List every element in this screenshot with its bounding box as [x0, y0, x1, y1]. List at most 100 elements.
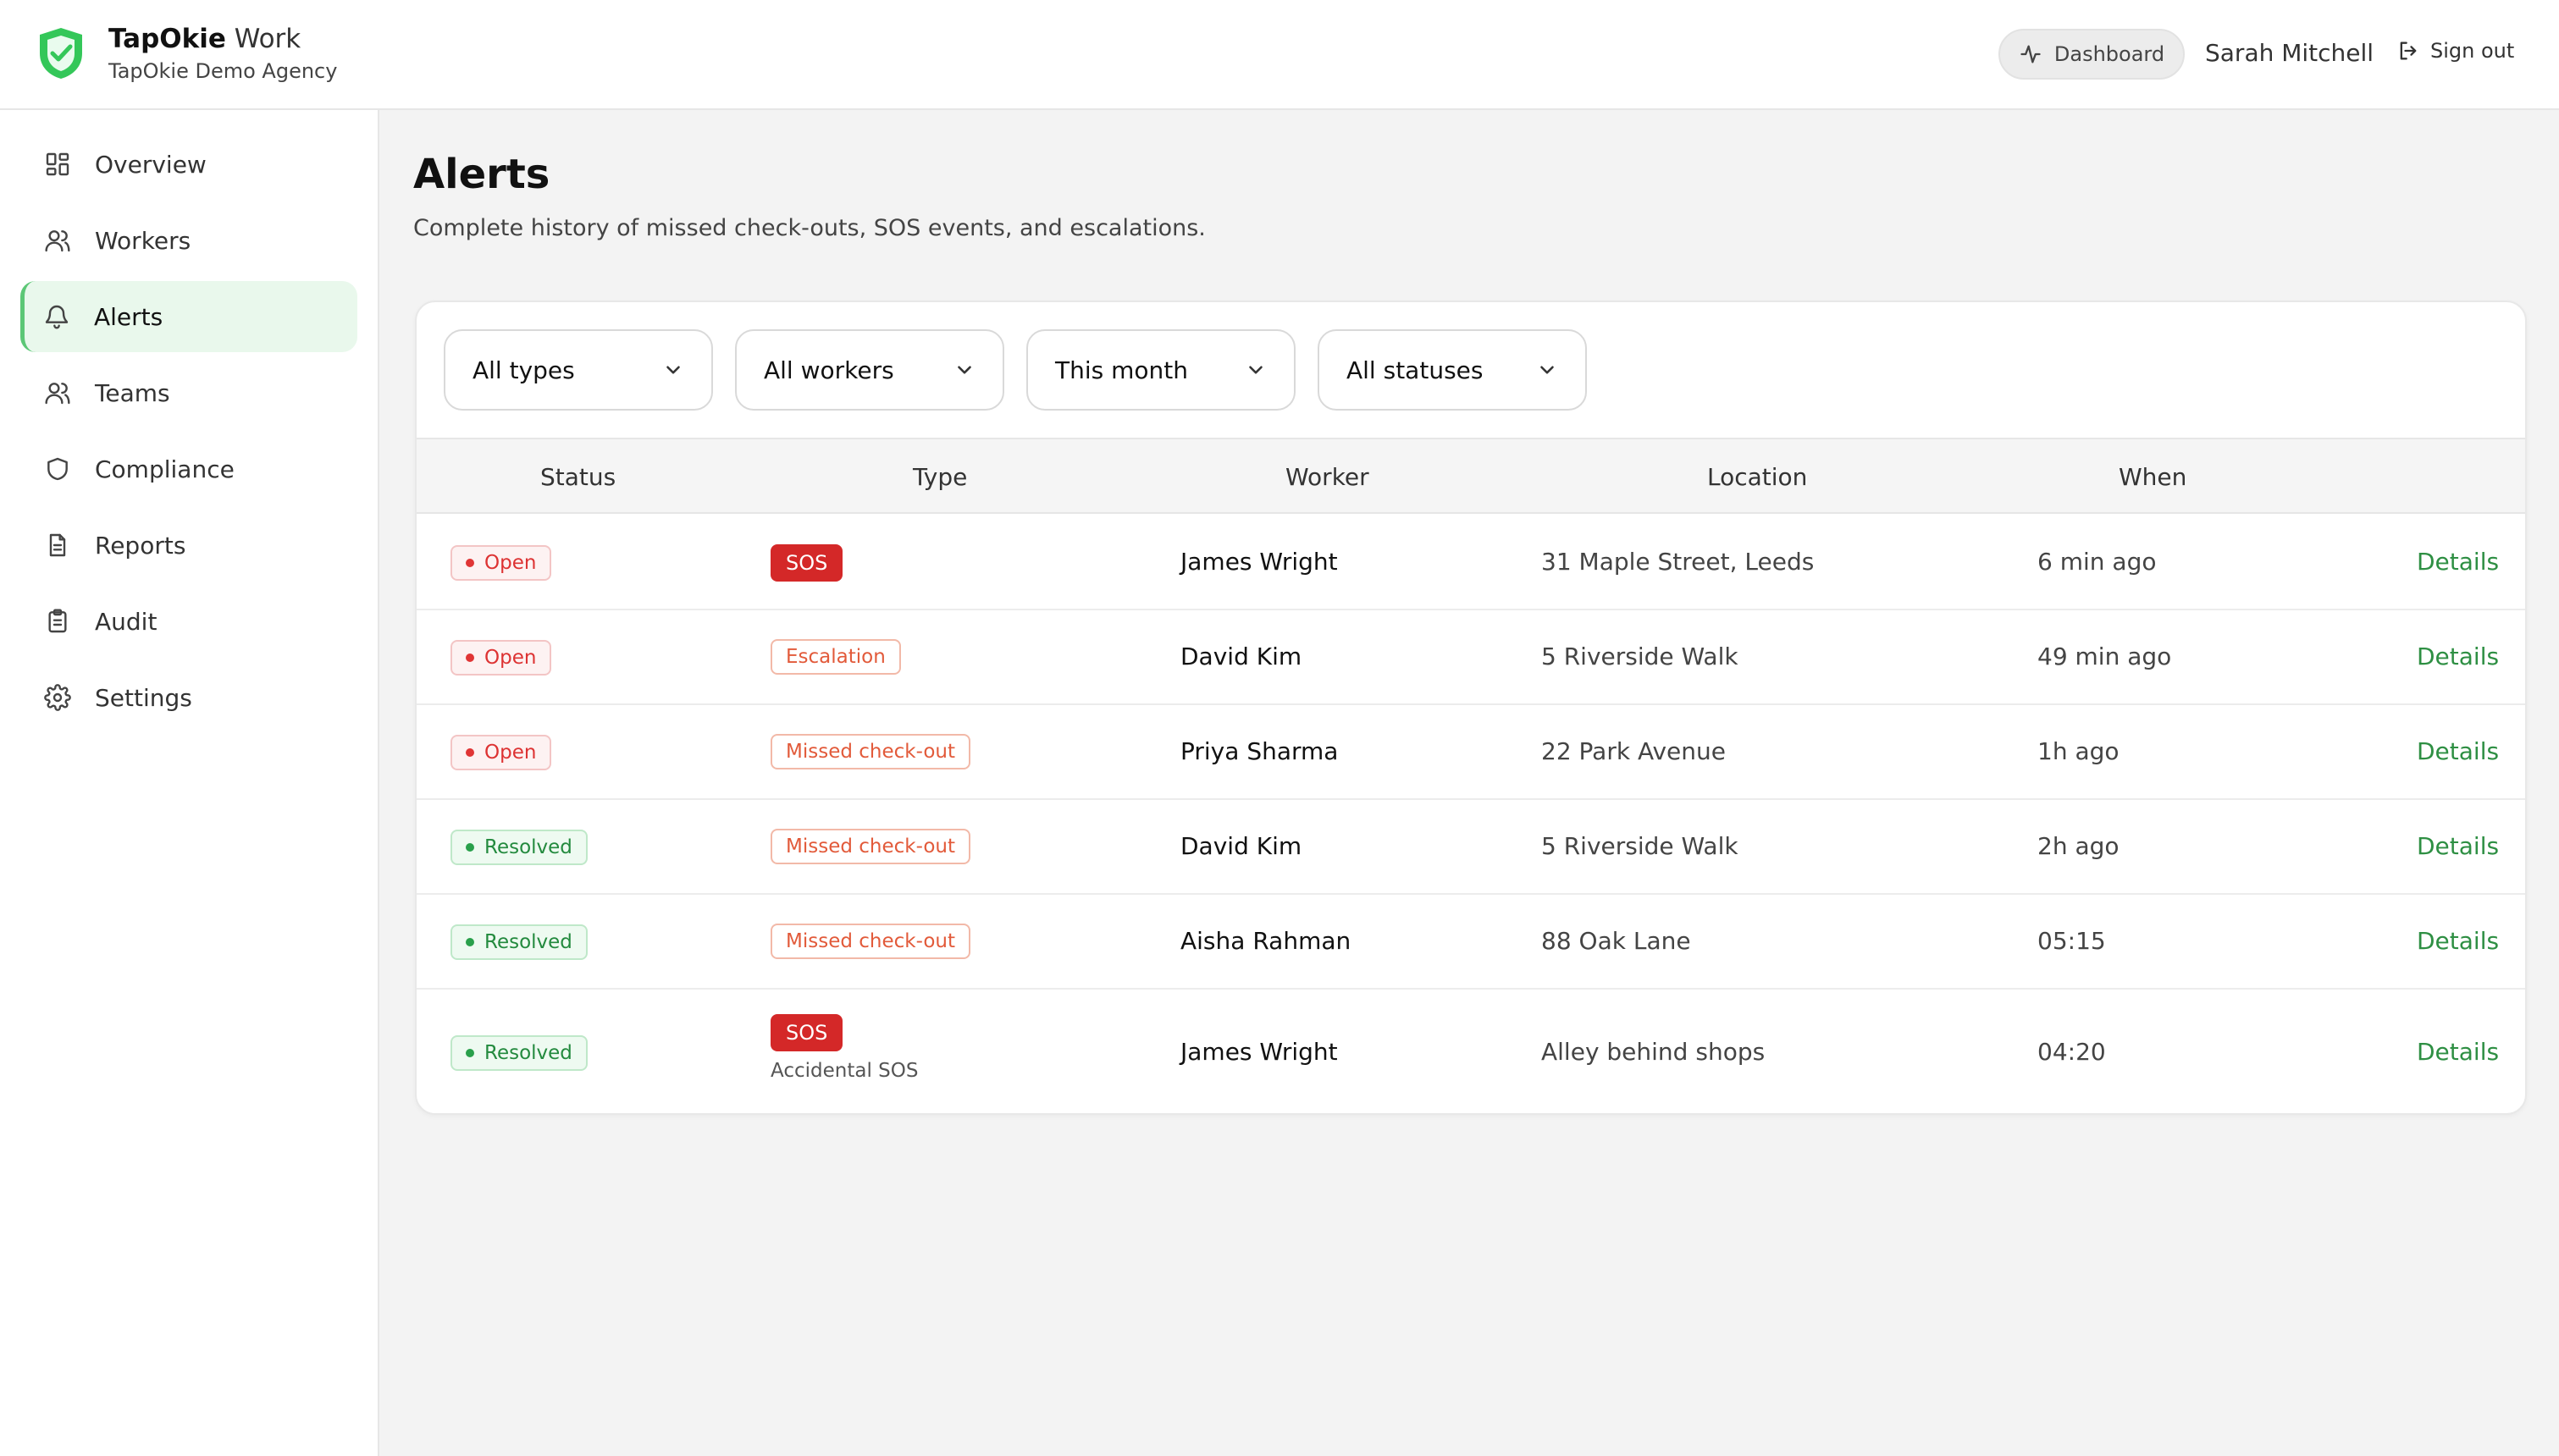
sidebar-item-label: Compliance — [95, 455, 235, 483]
status-badge: Open — [450, 735, 552, 770]
when-text: 6 min ago — [2037, 548, 2157, 576]
location-text: 22 Park Avenue — [1541, 737, 1726, 765]
sidebar-item-teams[interactable]: Teams — [20, 357, 357, 428]
page-title: Alerts — [413, 151, 550, 198]
type-badge: Escalation — [771, 639, 901, 675]
period-filter-select[interactable]: This month — [1026, 329, 1296, 411]
clipboard-icon — [48, 609, 67, 633]
status-label: Resolved — [484, 931, 572, 953]
column-header-status[interactable]: Status — [540, 463, 616, 491]
alerts-card: All types All workers This month All sta… — [415, 301, 2527, 1115]
sidebar-item-label: Overview — [95, 150, 207, 179]
filter-bar: All types All workers This month All sta… — [444, 329, 1587, 411]
status-cell: Open — [450, 735, 552, 770]
sidebar-item-label: Reports — [95, 531, 186, 560]
table-row[interactable]: Resolved Missed check-out Aisha Rahman 88 O… — [417, 895, 2525, 990]
status-filter-value: All statuses — [1346, 356, 1484, 384]
details-link[interactable]: Details — [2417, 1038, 2499, 1066]
user-name[interactable]: Sarah Mitchell — [2205, 39, 2374, 67]
location-text: 31 Maple Street, Leeds — [1541, 548, 1815, 576]
status-badge: Open — [450, 545, 552, 581]
shield-icon — [47, 457, 68, 481]
location-text: Alley behind shops — [1541, 1038, 1766, 1066]
shield-check-logo-icon[interactable] — [36, 25, 86, 81]
sidebar-item-settings[interactable]: Settings — [20, 662, 357, 733]
status-dot-icon — [466, 843, 474, 852]
status-filter-select[interactable]: All statuses — [1318, 329, 1587, 411]
status-badge: Resolved — [450, 924, 588, 960]
column-header-when[interactable]: When — [2119, 463, 2186, 491]
sidebar-item-label: Alerts — [94, 302, 163, 331]
status-label: Resolved — [484, 1042, 572, 1064]
sidebar-item-reports[interactable]: Reports — [20, 510, 357, 581]
type-badge: Missed check-out — [771, 829, 970, 864]
status-label: Open — [484, 742, 537, 764]
dashboard-button[interactable]: Dashboard — [1998, 29, 2185, 80]
table-row[interactable]: Open Missed check-out Priya Sharma 22 Park … — [417, 705, 2525, 800]
grid-icon — [46, 152, 69, 176]
status-badge: Resolved — [450, 1035, 588, 1071]
sidebar-item-alerts[interactable]: Alerts — [20, 281, 357, 352]
column-header-type[interactable]: Type — [913, 463, 967, 491]
page-description: Complete history of missed check-outs, S… — [413, 215, 1206, 241]
table-row[interactable]: Open Escalation David Kim 5 Riverside Walk 4… — [417, 610, 2525, 705]
worker-filter-select[interactable]: All workers — [735, 329, 1004, 411]
type-cell: Missed check-out — [771, 734, 970, 769]
table-row[interactable]: Resolved Missed check-out David Kim 5 River… — [417, 800, 2525, 895]
sidebar-item-label: Workers — [95, 226, 191, 255]
type-note: Accidental SOS — [771, 1060, 919, 1082]
sidebar-item-label: Audit — [95, 607, 158, 636]
status-badge: Open — [450, 640, 552, 676]
status-dot-icon — [466, 748, 474, 757]
status-label: Open — [484, 647, 537, 669]
when-text: 49 min ago — [2037, 643, 2172, 670]
top-header: TapOkie Work TapOkie Demo Agency Dashboa… — [0, 0, 2559, 110]
sidebar-item-compliance[interactable]: Compliance — [20, 433, 357, 505]
type-cell: Escalation — [771, 639, 901, 675]
type-cell: Missed check-out — [771, 829, 970, 864]
worker-name[interactable]: Aisha Rahman — [1180, 927, 1351, 955]
chevron-down-icon — [1540, 366, 1554, 374]
worker-name[interactable]: David Kim — [1180, 832, 1302, 860]
brand-name[interactable]: TapOkie Work — [108, 24, 301, 54]
sidebar: Overview Workers Alerts Teams Compliance Repo… — [0, 110, 379, 1456]
sidebar-item-workers[interactable]: Workers — [20, 205, 357, 276]
file-icon — [49, 533, 66, 557]
type-filter-select[interactable]: All types — [444, 329, 713, 411]
worker-filter-value: All workers — [764, 356, 894, 384]
bell-icon — [45, 305, 69, 329]
worker-name[interactable]: Priya Sharma — [1180, 737, 1338, 765]
details-link[interactable]: Details — [2417, 927, 2499, 955]
organization-name: TapOkie Demo Agency — [108, 59, 338, 83]
status-cell: Resolved — [450, 830, 588, 865]
when-text: 04:20 — [2037, 1038, 2106, 1066]
chevron-down-icon — [1249, 366, 1263, 374]
table-row[interactable]: Resolved SOS Accidental SOS James Wright All… — [417, 990, 2525, 1113]
when-text: 2h ago — [2037, 832, 2120, 860]
details-link[interactable]: Details — [2417, 548, 2499, 576]
period-filter-value: This month — [1055, 356, 1188, 384]
sign-out-label: Sign out — [2430, 39, 2515, 63]
sign-out-icon — [2400, 41, 2417, 60]
sidebar-item-audit[interactable]: Audit — [20, 586, 357, 657]
worker-name[interactable]: James Wright — [1180, 548, 1338, 576]
type-filter-value: All types — [473, 356, 575, 384]
sidebar-item-label: Teams — [95, 378, 170, 407]
status-cell: Resolved — [450, 1035, 588, 1071]
details-link[interactable]: Details — [2417, 737, 2499, 765]
type-badge: Missed check-out — [771, 924, 970, 959]
worker-name[interactable]: David Kim — [1180, 643, 1302, 670]
sign-out-button[interactable]: Sign out — [2396, 39, 2514, 63]
column-header-location[interactable]: Location — [1707, 463, 1807, 491]
team-icon — [45, 383, 70, 405]
status-label: Resolved — [484, 836, 572, 858]
column-header-worker[interactable]: Worker — [1285, 463, 1369, 491]
details-link[interactable]: Details — [2417, 643, 2499, 670]
worker-name[interactable]: James Wright — [1180, 1038, 1338, 1066]
when-text: 1h ago — [2037, 737, 2120, 765]
sidebar-item-overview[interactable]: Overview — [20, 129, 357, 200]
table-row[interactable]: Open SOS James Wright 31 Maple Street, Leed… — [417, 516, 2525, 610]
status-cell: Open — [450, 545, 552, 581]
details-link[interactable]: Details — [2417, 832, 2499, 860]
gear-icon — [44, 684, 71, 711]
